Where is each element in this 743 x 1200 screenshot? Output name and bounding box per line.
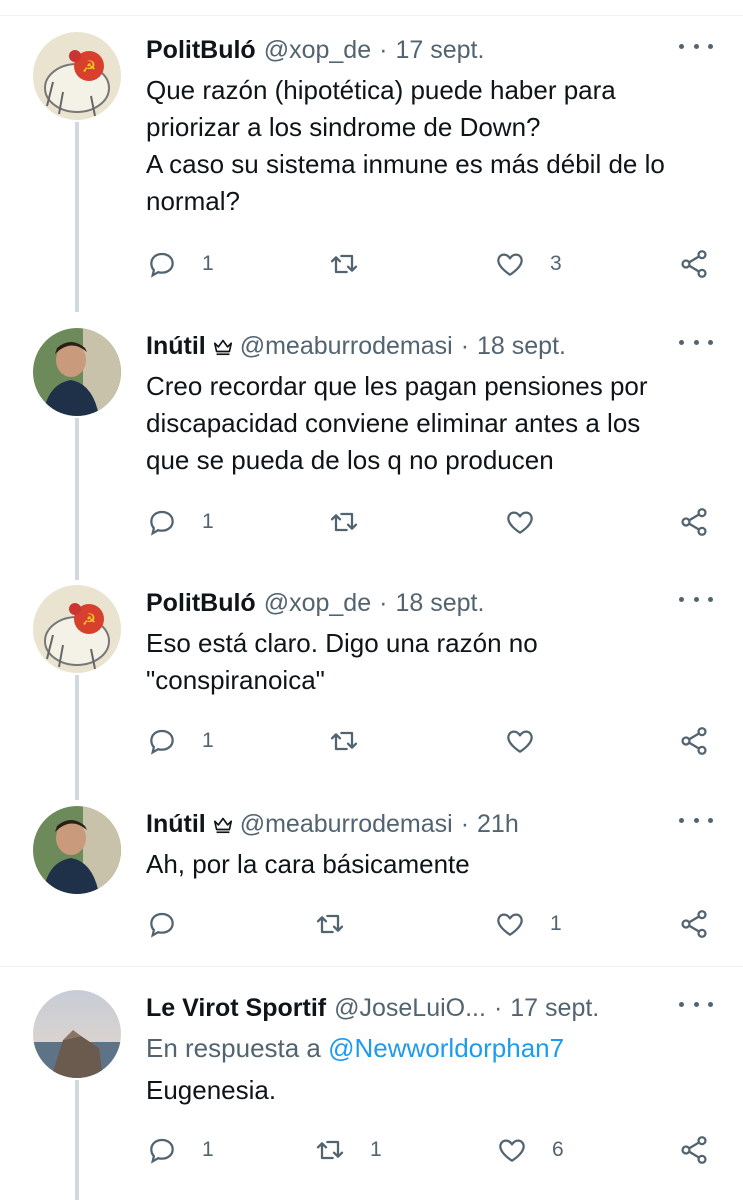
reply-count: 1 [202, 252, 214, 275]
retweet-icon [316, 1140, 344, 1160]
reply-count: 1 [202, 510, 214, 533]
reply-icon [150, 252, 174, 278]
like-button[interactable] [504, 721, 560, 761]
reply-context: En respuesta a @Newworldorphan7 [146, 1030, 716, 1067]
author-handle[interactable]: @xop_de [264, 589, 371, 618]
retweet-button[interactable] [328, 244, 384, 284]
tweet-text: Creo recordar que les pagan pensiones po… [146, 371, 648, 475]
heart-icon [507, 511, 533, 534]
share-icon [681, 910, 707, 938]
tweet-actions: 1 1 6 [146, 1130, 716, 1170]
author-handle[interactable]: @JoseLuiO... [334, 994, 486, 1023]
svg-text:☭: ☭ [82, 57, 96, 76]
reply-button[interactable]: 1 [146, 502, 214, 542]
thread-line [75, 122, 79, 312]
reply-button[interactable]: 1 [146, 1130, 214, 1170]
heart-icon [497, 253, 523, 276]
thread-divider [0, 966, 743, 967]
retweet-button[interactable]: 1 [314, 1130, 382, 1170]
retweet-icon [316, 914, 344, 934]
top-divider [0, 15, 743, 16]
author-handle[interactable]: @xop_de [264, 36, 371, 65]
reply-button[interactable]: 1 [146, 244, 214, 284]
more-icon[interactable] [679, 994, 713, 1014]
avatar[interactable]: ☭ [33, 32, 121, 120]
like-button[interactable]: 1 [494, 904, 562, 944]
timestamp[interactable]: 17 sept. [510, 994, 599, 1023]
timestamp[interactable]: 17 sept. [395, 36, 484, 65]
tweet-text: Ah, por la cara básicamente [146, 849, 470, 879]
share-icon [681, 250, 707, 278]
tweet-actions: 1 [146, 721, 716, 761]
retweet-icon [330, 254, 358, 274]
timestamp[interactable]: 18 sept. [395, 589, 484, 618]
tweet-actions: 1 [146, 904, 716, 944]
more-icon[interactable] [679, 810, 713, 830]
author-name[interactable]: Inútil [146, 810, 206, 839]
share-button[interactable] [678, 904, 710, 944]
reply-to-mention[interactable]: @Newworldorphan7 [328, 1033, 564, 1063]
like-count: 6 [552, 1138, 564, 1161]
author-name[interactable]: PolitBuló [146, 36, 256, 65]
like-count: 3 [550, 252, 562, 275]
heart-icon [497, 913, 523, 936]
author-name[interactable]: Inútil [146, 332, 206, 361]
retweet-button[interactable] [314, 904, 370, 944]
tweet-text: Eugenesia. [146, 1075, 277, 1105]
share-button[interactable] [678, 244, 710, 284]
author-name[interactable]: Le Virot Sportif [146, 994, 326, 1023]
like-count: 1 [550, 912, 562, 935]
heart-icon [507, 730, 533, 753]
thread-line [75, 1080, 79, 1200]
svg-text:☭: ☭ [82, 610, 96, 629]
author-handle[interactable]: @meaburrodemasi [240, 332, 453, 361]
retweet-button[interactable] [328, 721, 384, 761]
avatar[interactable] [33, 990, 121, 1078]
tweet-actions: 1 [146, 502, 716, 542]
share-icon [681, 1136, 707, 1164]
heart-icon [499, 1139, 525, 1162]
avatar[interactable] [33, 328, 121, 416]
reply-icon [150, 729, 174, 755]
like-button[interactable]: 3 [494, 244, 562, 284]
author-name[interactable]: PolitBuló [146, 589, 256, 618]
thread-line [75, 418, 79, 580]
reply-icon [150, 510, 174, 536]
more-icon[interactable] [679, 332, 713, 352]
share-button[interactable] [678, 1130, 710, 1170]
retweet-icon [330, 731, 358, 751]
share-icon [681, 508, 707, 536]
like-button[interactable] [504, 502, 560, 542]
reply-count: 1 [202, 1138, 214, 1161]
like-button[interactable]: 6 [496, 1130, 564, 1170]
crown-icon [212, 813, 234, 835]
retweet-button[interactable] [328, 502, 384, 542]
share-button[interactable] [678, 721, 710, 761]
more-icon[interactable] [679, 589, 713, 609]
retweet-icon [330, 512, 358, 532]
reply-button[interactable] [146, 904, 202, 944]
reply-count: 1 [202, 729, 214, 752]
thread-line [75, 675, 79, 800]
tweet-text: Eso está claro. Digo una razón no "consp… [146, 628, 538, 695]
avatar[interactable]: ☭ [33, 585, 121, 673]
reply-icon [150, 912, 174, 938]
crown-icon [212, 335, 234, 357]
more-icon[interactable] [679, 36, 713, 56]
avatar[interactable] [33, 806, 121, 894]
share-button[interactable] [678, 502, 710, 542]
timestamp[interactable]: 21h [477, 810, 519, 839]
tweet-text: Que razón (hipotética) puede haber para … [146, 75, 665, 216]
share-icon [681, 727, 707, 755]
reply-icon [150, 1138, 174, 1164]
reply-button[interactable]: 1 [146, 721, 214, 761]
retweet-count: 1 [370, 1138, 382, 1161]
reply-to-label: En respuesta a [146, 1033, 321, 1063]
tweet-actions: 1 3 [146, 244, 716, 284]
author-handle[interactable]: @meaburrodemasi [240, 810, 453, 839]
timestamp[interactable]: 18 sept. [477, 332, 566, 361]
